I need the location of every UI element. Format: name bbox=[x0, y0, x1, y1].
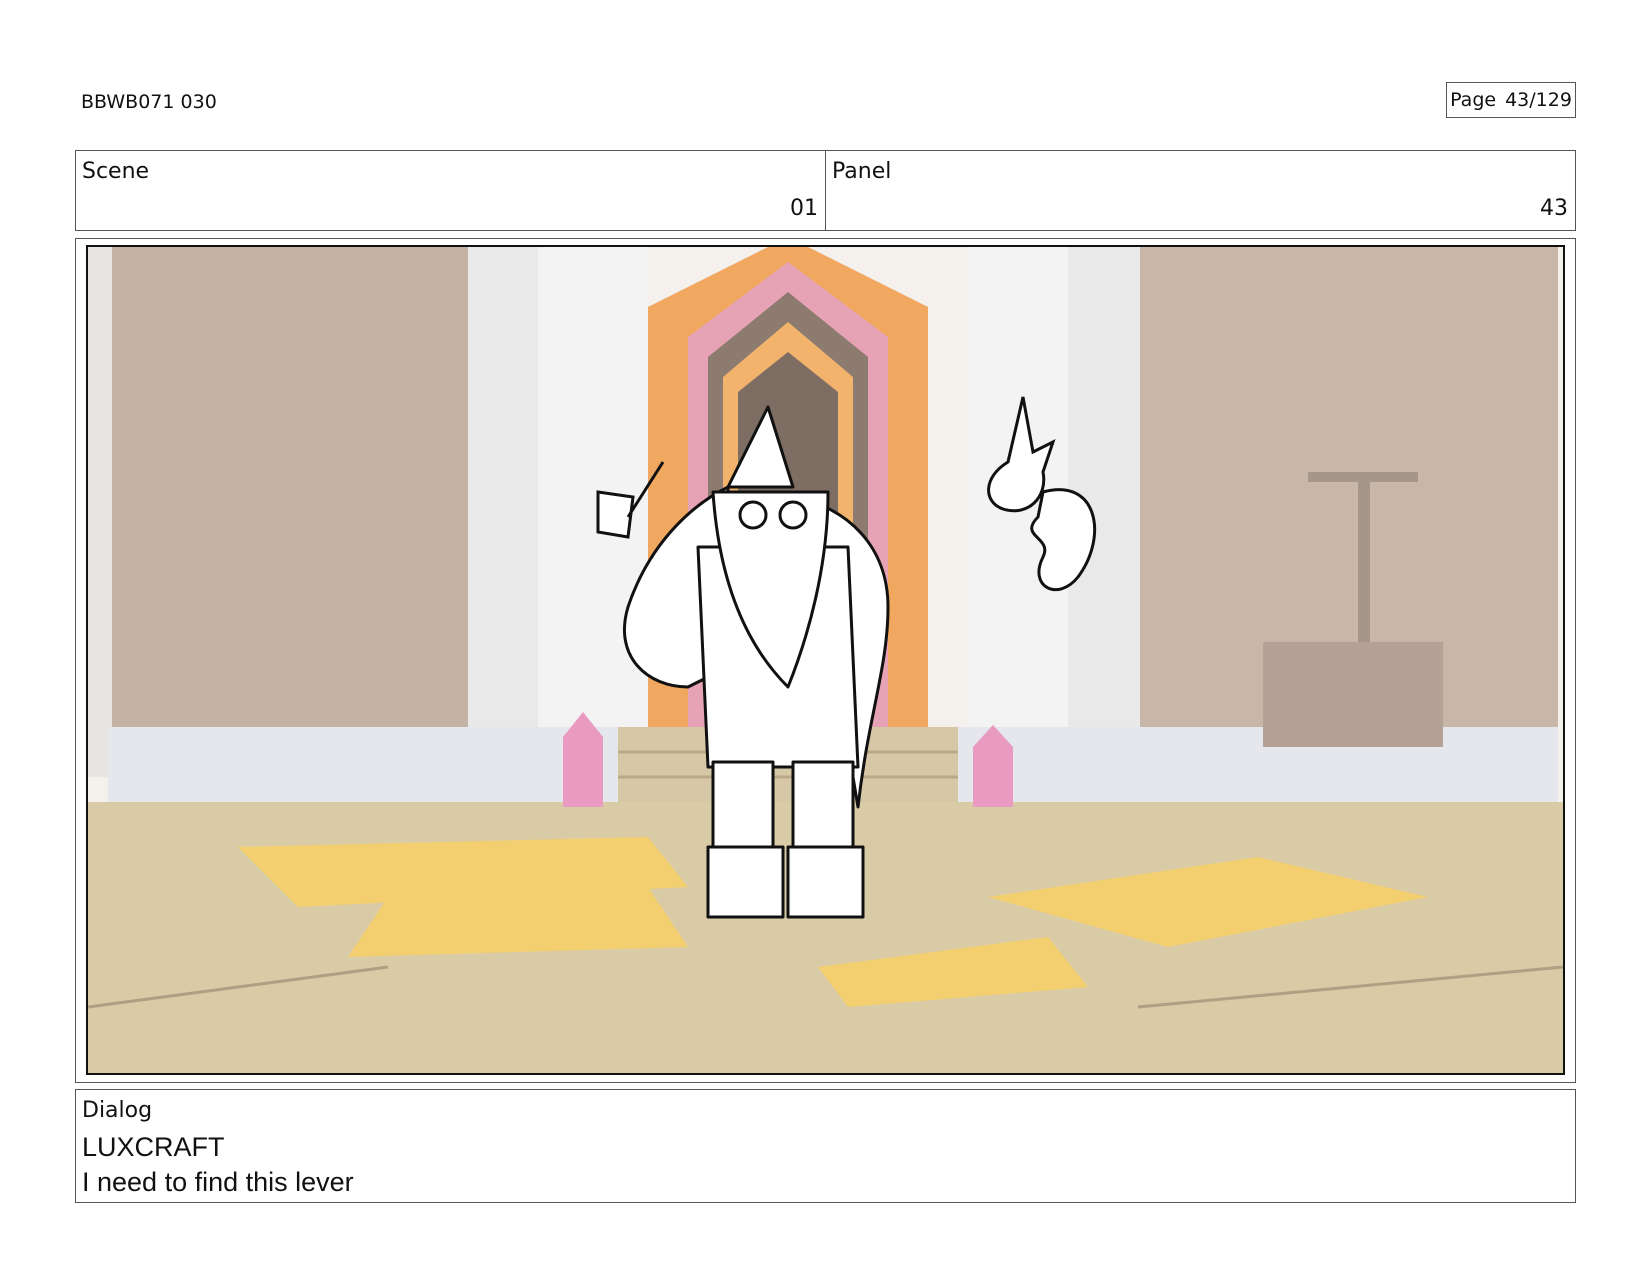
scene-panel-row: Scene 01 Panel 43 bbox=[75, 150, 1576, 231]
shelf bbox=[1308, 472, 1418, 482]
left-edge-pillar bbox=[88, 247, 112, 777]
storyboard-frame bbox=[86, 245, 1565, 1075]
panel-label: Panel bbox=[832, 159, 892, 184]
dialog-speaker: LUXCRAFT bbox=[82, 1132, 225, 1162]
scene-value: 01 bbox=[790, 196, 818, 221]
document-id: BBWB071 030 bbox=[81, 91, 217, 113]
panel-value: 43 bbox=[1540, 196, 1568, 221]
scene-label: Scene bbox=[82, 159, 150, 184]
left-wall-base bbox=[108, 727, 618, 807]
center-left-pillar bbox=[538, 247, 648, 807]
dialog-line: I need to find this lever bbox=[82, 1167, 354, 1197]
panel-cell: Panel 43 bbox=[825, 151, 1575, 230]
scene-cell: Scene 01 bbox=[76, 151, 825, 230]
page-number: 43/129 bbox=[1505, 89, 1572, 111]
dialog-box: Dialog LUXCRAFT I need to find this leve… bbox=[75, 1089, 1576, 1203]
right-wall-base bbox=[958, 727, 1558, 807]
page-label: Page bbox=[1450, 89, 1497, 111]
floor-tile-2 bbox=[348, 887, 688, 957]
left-wall bbox=[108, 247, 468, 747]
left-pillar bbox=[468, 247, 538, 767]
storyboard-drawing bbox=[88, 247, 1563, 1073]
dialog-label: Dialog bbox=[82, 1098, 153, 1123]
page-indicator: Page 43/129 bbox=[1446, 82, 1576, 118]
